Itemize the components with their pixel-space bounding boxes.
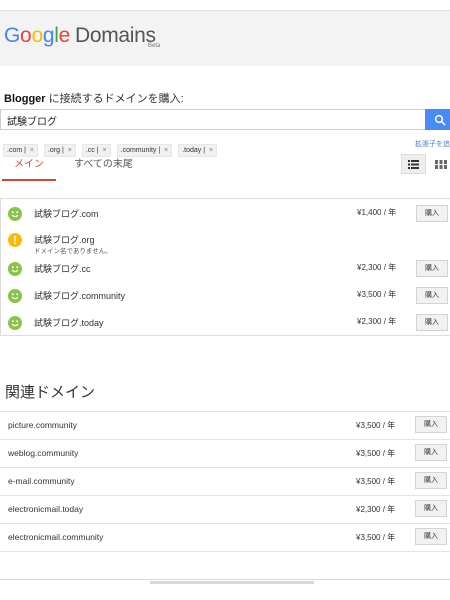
google-domains-logo[interactable]: Google Domains	[4, 24, 156, 48]
tld-separator: |	[156, 147, 163, 154]
buy-button[interactable]: 購入	[416, 314, 448, 331]
tld-label: .community	[120, 147, 157, 154]
tld-label: .com	[7, 147, 23, 154]
related-domain-row: electronicmail.community ¥3,500 / 年 購入	[0, 523, 450, 551]
logo-letter: g	[42, 24, 55, 47]
related-domain-price: ¥2,300 / 年	[356, 505, 396, 514]
grid-view-icon	[435, 159, 447, 169]
remove-tld-icon[interactable]: ×	[30, 147, 34, 154]
result-row: 試験ブログ.com ¥1,400 / 年 購入	[1, 201, 450, 227]
related-domain-price: ¥3,500 / 年	[356, 449, 396, 458]
horizontal-scrollbar[interactable]	[150, 581, 314, 584]
related-domain-name: electronicmail.today	[8, 504, 84, 514]
domain-price: ¥1,400 / 年	[357, 208, 397, 217]
header-bar: Google Domains Beta	[0, 11, 450, 66]
remove-tld-icon[interactable]: ×	[164, 147, 168, 154]
unavailable-note: ドメイン名でありません。	[34, 248, 112, 255]
tld-label: .org	[47, 147, 61, 154]
domain-name: 試験ブログ.com	[34, 209, 99, 219]
domain-name: 試験ブログ.community	[34, 291, 126, 301]
search-button[interactable]	[425, 109, 450, 130]
related-list-divider	[0, 551, 450, 552]
product-name: Domains	[74, 24, 156, 47]
buy-button[interactable]: 購入	[415, 472, 447, 489]
tld-separator: |	[60, 147, 66, 154]
browser-frame: Google Domains Beta Blogger に接続するドメインを購入:…	[0, 10, 450, 584]
result-row: 試験ブログ.org ドメイン名でありません。	[1, 227, 450, 255]
add-extension-link[interactable]: 拡張子を追加	[415, 139, 450, 149]
result-row: 試験ブログ.cc ¥2,300 / 年 購入	[1, 256, 450, 282]
buy-button[interactable]: 購入	[415, 444, 447, 461]
domain-name: 試験ブログ.today	[34, 318, 104, 328]
domain-name: 試験ブログ.cc	[34, 264, 91, 274]
domain-price: ¥3,500 / 年	[357, 290, 397, 299]
domain-search-input[interactable]	[1, 111, 393, 130]
related-domain-row: electronicmail.today ¥2,300 / 年 購入	[0, 495, 450, 523]
related-domain-name: electronicmail.community	[8, 532, 104, 542]
available-smiley-icon	[8, 207, 22, 221]
logo-letter: G	[4, 24, 21, 47]
warning-icon	[8, 233, 22, 247]
related-domain-row: weblog.community ¥3,500 / 年 購入	[0, 439, 450, 467]
related-domains-title: 関連ドメイン	[5, 384, 96, 401]
tld-separator: |	[201, 147, 208, 154]
tld-filter-chip[interactable]: .community | ×	[116, 144, 173, 157]
buy-button[interactable]: 購入	[415, 416, 447, 433]
tld-filter-chip[interactable]: .today | ×	[178, 144, 218, 157]
result-tabs: メイン すべての末尾	[0, 157, 450, 181]
related-domain-name: e-mail.community	[8, 476, 75, 486]
related-domain-row: e-mail.community ¥3,500 / 年 購入	[0, 467, 450, 495]
related-domain-row: picture.community ¥3,500 / 年 購入	[0, 411, 450, 439]
logo-letter: o	[31, 24, 43, 47]
tab-main[interactable]: メイン	[2, 157, 56, 181]
remove-tld-icon[interactable]: ×	[209, 147, 213, 154]
purchase-heading: Blogger に接続するドメインを購入:	[4, 90, 184, 106]
related-domain-price: ¥3,500 / 年	[356, 421, 396, 430]
available-smiley-icon	[8, 316, 22, 330]
buy-button[interactable]: 購入	[416, 260, 448, 277]
result-row: 試験ブログ.today ¥2,300 / 年 購入	[1, 310, 450, 336]
related-domain-name: weblog.community	[8, 448, 79, 458]
tab-all-extensions[interactable]: すべての末尾	[74, 157, 133, 181]
logo-letter: e	[58, 24, 71, 47]
related-domain-price: ¥3,500 / 年	[356, 533, 396, 542]
domain-price: ¥2,300 / 年	[357, 317, 397, 326]
tld-filter-chip[interactable]: .org | ×	[43, 144, 76, 157]
tld-separator: |	[94, 147, 101, 154]
domain-price: ¥2,300 / 年	[357, 263, 397, 272]
related-domain-name: picture.community	[8, 420, 77, 430]
buy-button[interactable]: 購入	[415, 528, 447, 545]
tld-label: .today	[182, 147, 202, 154]
tld-filter-list: .com | × .org | × .cc | × .community | × .to…	[3, 137, 413, 157]
remove-tld-icon[interactable]: ×	[68, 147, 72, 154]
tld-filter-chip[interactable]: .cc | ×	[81, 144, 111, 157]
grid-view-toggle[interactable]	[432, 157, 450, 171]
search-results: 試験ブログ.com ¥1,400 / 年購入 試験ブログ.org ドメイン名でありませ…	[0, 198, 450, 336]
heading-text: に接続するドメインを購入:	[45, 93, 184, 105]
available-smiley-icon	[8, 262, 22, 276]
result-row: 試験ブログ.community ¥3,500 / 年 購入	[1, 283, 450, 309]
buy-button[interactable]: 購入	[415, 500, 447, 517]
tld-label: .cc	[85, 147, 95, 154]
tld-filter-chip[interactable]: .com | ×	[3, 144, 38, 157]
buy-button[interactable]: 購入	[416, 287, 448, 304]
remove-tld-icon[interactable]: ×	[103, 147, 107, 154]
logo-letter: o	[20, 24, 32, 47]
buy-button[interactable]: 購入	[416, 205, 448, 222]
heading-service: Blogger	[4, 93, 46, 105]
list-view-icon	[408, 159, 419, 169]
domain-search-box	[0, 109, 425, 130]
beta-badge: Beta	[148, 43, 161, 49]
available-smiley-icon	[8, 289, 22, 303]
search-icon	[434, 114, 446, 126]
list-view-toggle[interactable]	[401, 154, 426, 174]
related-domain-price: ¥3,500 / 年	[356, 477, 396, 486]
tld-separator: |	[22, 147, 28, 154]
